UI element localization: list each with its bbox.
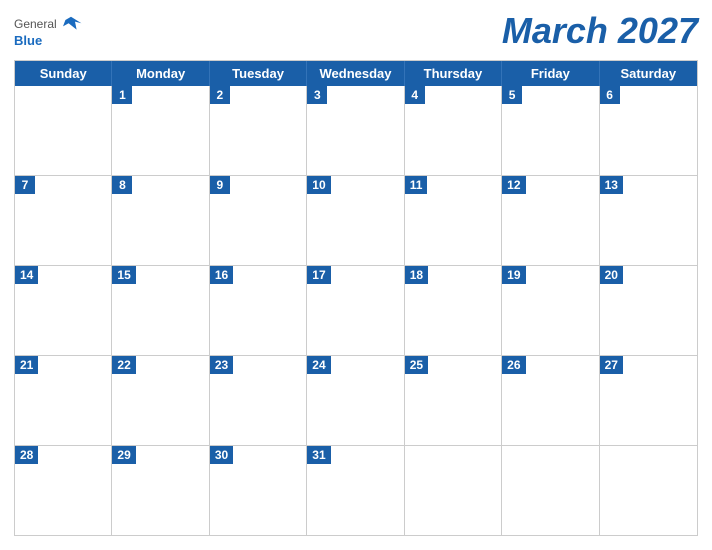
- date-number: 20: [600, 266, 623, 284]
- date-number: 11: [405, 176, 428, 194]
- calendar-cell: 4: [405, 86, 502, 175]
- page-header: General Blue March 2027: [14, 10, 698, 52]
- header-saturday: Saturday: [600, 61, 697, 86]
- logo-blue: Blue: [14, 33, 42, 48]
- calendar-week-1: 1 2 3 4 5 6: [15, 86, 697, 176]
- header-thursday: Thursday: [405, 61, 502, 86]
- calendar-cell: 1: [112, 86, 209, 175]
- calendar-grid: Sunday Monday Tuesday Wednesday Thursday…: [14, 60, 698, 536]
- calendar-week-4: 21 22 23 24 25 26 27: [15, 356, 697, 446]
- date-number: 13: [600, 176, 623, 194]
- date-number: 26: [502, 356, 525, 374]
- header-monday: Monday: [112, 61, 209, 86]
- date-number: 9: [210, 176, 230, 194]
- date-number: 22: [112, 356, 135, 374]
- date-number: 15: [112, 266, 135, 284]
- date-number: 8: [112, 176, 132, 194]
- date-number: 23: [210, 356, 233, 374]
- date-number: 17: [307, 266, 330, 284]
- calendar-cell: 3: [307, 86, 404, 175]
- date-number: 5: [502, 86, 522, 104]
- calendar-cell: 28: [15, 446, 112, 535]
- calendar-cell: 9: [210, 176, 307, 265]
- date-number: 16: [210, 266, 233, 284]
- month-title: March 2027: [502, 10, 698, 52]
- calendar-cell: 27: [600, 356, 697, 445]
- calendar-cell: [405, 446, 502, 535]
- date-number: 1: [112, 86, 132, 104]
- calendar-cell: 16: [210, 266, 307, 355]
- calendar-cell: 2: [210, 86, 307, 175]
- calendar-cell: 23: [210, 356, 307, 445]
- calendar-cell: 24: [307, 356, 404, 445]
- calendar-cell: 18: [405, 266, 502, 355]
- calendar-cell: 22: [112, 356, 209, 445]
- calendar-week-3: 14 15 16 17 18 19 20: [15, 266, 697, 356]
- logo: General Blue: [14, 15, 83, 48]
- calendar-cell: 30: [210, 446, 307, 535]
- calendar-cell: 20: [600, 266, 697, 355]
- calendar-cell: 7: [15, 176, 112, 265]
- calendar-cell: 13: [600, 176, 697, 265]
- date-number: 7: [15, 176, 35, 194]
- calendar-body: 1234567891011121314151617181920212223242…: [15, 86, 697, 535]
- logo-general: General: [14, 17, 57, 31]
- calendar-week-2: 7 8 9 10 11 12 13: [15, 176, 697, 266]
- calendar-week-5: 28 29 30 31: [15, 446, 697, 535]
- date-number: 30: [210, 446, 233, 464]
- calendar-page: General Blue March 2027 Sunday Monday Tu…: [0, 0, 712, 550]
- date-number: 3: [307, 86, 327, 104]
- calendar-cell: 12: [502, 176, 599, 265]
- calendar-cell: 15: [112, 266, 209, 355]
- header-sunday: Sunday: [15, 61, 112, 86]
- calendar-cell: 21: [15, 356, 112, 445]
- calendar-cell: 31: [307, 446, 404, 535]
- calendar-cell: 17: [307, 266, 404, 355]
- date-number: 28: [15, 446, 38, 464]
- date-number: 12: [502, 176, 525, 194]
- calendar-header: Sunday Monday Tuesday Wednesday Thursday…: [15, 61, 697, 86]
- date-number: 31: [307, 446, 330, 464]
- calendar-cell: 5: [502, 86, 599, 175]
- date-number: 24: [307, 356, 330, 374]
- date-number: 18: [405, 266, 428, 284]
- date-number: 14: [15, 266, 38, 284]
- date-number: 4: [405, 86, 425, 104]
- header-friday: Friday: [502, 61, 599, 86]
- date-number: 10: [307, 176, 330, 194]
- calendar-cell: 25: [405, 356, 502, 445]
- logo-bird-icon: [59, 15, 83, 33]
- calendar-cell: [15, 86, 112, 175]
- date-number: 27: [600, 356, 623, 374]
- calendar-cell: 26: [502, 356, 599, 445]
- date-number: 2: [210, 86, 230, 104]
- calendar-cell: 11: [405, 176, 502, 265]
- date-number: 21: [15, 356, 38, 374]
- date-number: 6: [600, 86, 620, 104]
- calendar-cell: [502, 446, 599, 535]
- calendar-cell: 10: [307, 176, 404, 265]
- calendar-cell: 19: [502, 266, 599, 355]
- calendar-cell: 6: [600, 86, 697, 175]
- header-tuesday: Tuesday: [210, 61, 307, 86]
- calendar-cell: 14: [15, 266, 112, 355]
- date-number: 19: [502, 266, 525, 284]
- header-wednesday: Wednesday: [307, 61, 404, 86]
- date-number: 25: [405, 356, 428, 374]
- calendar-cell: 29: [112, 446, 209, 535]
- calendar-cell: 8: [112, 176, 209, 265]
- calendar-cell: [600, 446, 697, 535]
- date-number: 29: [112, 446, 135, 464]
